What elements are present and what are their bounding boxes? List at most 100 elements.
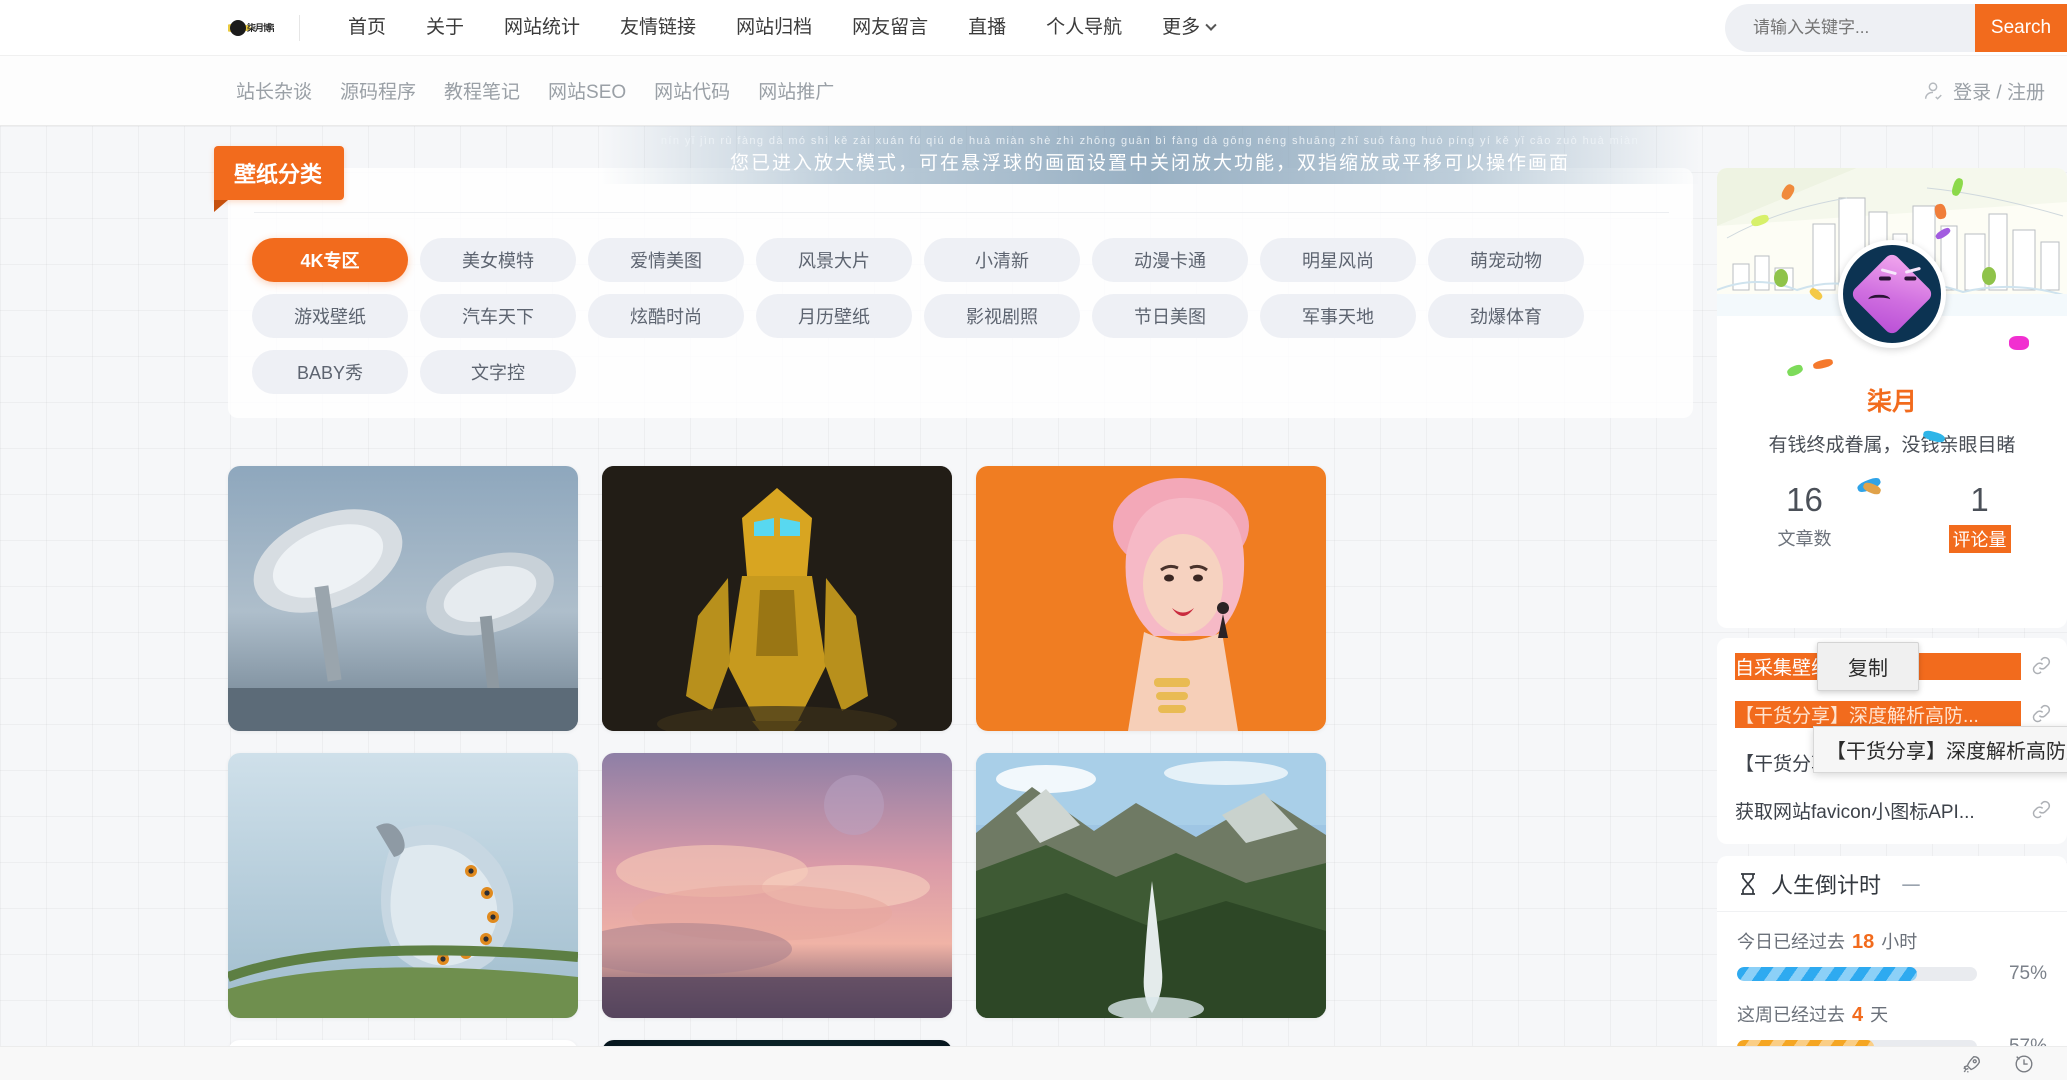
category-chip-4k[interactable]: 4K专区 bbox=[252, 238, 408, 282]
profile-stat-comments-label: 评论量 bbox=[1948, 525, 2011, 553]
page-content: nín yǐ jìn rù fàng dà mó shì kě zài xuán… bbox=[0, 126, 2067, 1046]
browser-viewport: 柒月博客 首页 关于 网站统计 友情链接 网站归档 网友留言 直播 个人导航 更… bbox=[0, 0, 2067, 1080]
profile-username: 柒月 bbox=[1866, 388, 1917, 416]
pink-cloudy-sky-planet-image bbox=[602, 753, 952, 1018]
life-countdown-title: 人生倒计时 bbox=[1771, 872, 1882, 898]
link-chain-icon[interactable] bbox=[2031, 704, 2051, 724]
countdown-item-week: 这周已经过去 4 天 57% bbox=[1737, 1001, 2047, 1046]
nav-item-friend-links[interactable]: 友情链接 bbox=[600, 0, 716, 56]
life-countdown-card: 人生倒计时 － 今日已经过去 18 小时 75% 这周已经过去 4 天 bbox=[1717, 856, 2067, 1046]
search-input[interactable] bbox=[1753, 18, 1975, 38]
secondary-navigation: 站长杂谈 源码程序 教程笔记 网站SEO 网站代码 网站推广 登录 / 注册 bbox=[0, 56, 2067, 126]
category-chip-beauty-model[interactable]: 美女模特 bbox=[420, 238, 576, 282]
subnav-item-source-code[interactable]: 源码程序 bbox=[326, 77, 430, 104]
collapse-toggle[interactable]: － bbox=[1899, 866, 1923, 901]
avatar-face-icon bbox=[1849, 251, 1935, 337]
category-chip-holiday[interactable]: 节日美图 bbox=[1092, 294, 1248, 338]
search-button[interactable]: Search bbox=[1975, 4, 2067, 52]
gallery-card-radio-telescope[interactable] bbox=[228, 466, 578, 731]
category-chip-sports[interactable]: 劲爆体育 bbox=[1428, 294, 1584, 338]
wallpaper-gallery-grid: 20 22 bbox=[228, 466, 1693, 1046]
countdown-today-prefix: 今日已经过去 bbox=[1737, 932, 1845, 952]
countdown-today-fill bbox=[1737, 967, 1917, 981]
site-header: 柒月博客 首页 关于 网站统计 友情链接 网站归档 网友留言 直播 个人导航 更… bbox=[0, 0, 2067, 56]
nav-item-archive[interactable]: 网站归档 bbox=[716, 0, 832, 56]
rocket-scroll-top-icon[interactable] bbox=[1961, 1053, 1983, 1075]
clock-compass-icon[interactable] bbox=[2013, 1053, 2035, 1075]
nav-item-personal-nav[interactable]: 个人导航 bbox=[1026, 0, 1142, 56]
recent-links-card: 自采集壁纸站源码 【干货分享】深度解析高防... 【干货分享】深度解析高防服..… bbox=[1717, 638, 2067, 844]
countdown-item-today: 今日已经过去 18 小时 75% bbox=[1737, 928, 2047, 985]
subnav-item-tutorial-notes[interactable]: 教程笔记 bbox=[430, 77, 534, 104]
nav-item-home[interactable]: 首页 bbox=[328, 0, 406, 56]
login-register-link[interactable]: 登录 / 注册 bbox=[1922, 77, 2045, 104]
site-logo[interactable]: 柒月博客 bbox=[225, 13, 277, 43]
nav-item-guestbook[interactable]: 网友留言 bbox=[832, 0, 948, 56]
logo-divider bbox=[299, 14, 300, 41]
life-countdown-body: 今日已经过去 18 小时 75% 这周已经过去 4 天 bbox=[1717, 912, 2067, 1046]
subnav-item-webmaster-talk[interactable]: 站长杂谈 bbox=[222, 77, 326, 104]
link-item-favicon-api[interactable]: 获取网站favicon小图标API... bbox=[1717, 786, 2067, 834]
user-icon bbox=[1925, 82, 1942, 100]
gallery-card-pink-clouds[interactable] bbox=[602, 753, 952, 1018]
category-chip-military[interactable]: 军事天地 bbox=[1260, 294, 1416, 338]
category-panel-divider bbox=[254, 212, 1669, 213]
category-chip-celebrity[interactable]: 明星风尚 bbox=[1260, 238, 1416, 282]
gallery-card-pink-hair-portrait[interactable] bbox=[976, 466, 1326, 731]
gallery-card-blue-butterfly[interactable] bbox=[228, 753, 578, 1018]
nav-item-site-stats[interactable]: 网站统计 bbox=[484, 0, 600, 56]
countdown-today-track bbox=[1737, 967, 1977, 981]
link-chain-icon[interactable] bbox=[2031, 656, 2051, 676]
logo-badge-icon: 柒月博客 bbox=[228, 16, 274, 39]
link-item-high-defense-1-text: 【干货分享】深度解析高防... bbox=[1735, 700, 2021, 728]
profile-stat-comments: 1 评论量 bbox=[1892, 481, 2067, 553]
search-box[interactable] bbox=[1725, 4, 1975, 52]
logo-text: 柒月博客 bbox=[247, 22, 274, 33]
nav-item-more-label: 更多 bbox=[1162, 16, 1201, 38]
profile-tagline: 有钱终成眷属，没钱亲眼目睹 bbox=[1768, 435, 2016, 456]
category-chip-baby-show[interactable]: BABY秀 bbox=[252, 350, 408, 394]
nav-item-live[interactable]: 直播 bbox=[948, 0, 1026, 56]
category-chip-text-art[interactable]: 文字控 bbox=[420, 350, 576, 394]
copy-context-menu-item[interactable]: 复制 bbox=[1817, 642, 1919, 691]
right-sidebar: 柒月 有钱终成眷属，没钱亲眼目睹 16 文章数 1 评论量 自采集壁纸站源码 【… bbox=[1717, 168, 2067, 1046]
subnav-item-site-seo[interactable]: 网站SEO bbox=[534, 77, 640, 104]
subnav-item-site-code[interactable]: 网站代码 bbox=[640, 77, 744, 104]
countdown-today-suffix: 小时 bbox=[1881, 932, 1918, 952]
category-chip-cute-pets[interactable]: 萌宠动物 bbox=[1428, 238, 1584, 282]
mountain-waterfall-valley-image bbox=[976, 753, 1326, 1018]
category-chip-cool-fashion[interactable]: 炫酷时尚 bbox=[588, 294, 744, 338]
profile-stat-comments-value: 1 bbox=[1970, 481, 1989, 518]
category-chip-cars[interactable]: 汽车天下 bbox=[420, 294, 576, 338]
main-navigation: 首页 关于 网站统计 友情链接 网站归档 网友留言 直播 个人导航 更多 bbox=[328, 0, 1235, 56]
wallpaper-category-panel: 壁纸分类 4K专区 美女模特 爱情美图 风景大片 小清新 动漫卡通 明星风尚 萌… bbox=[214, 146, 1693, 418]
subnav-links: 站长杂谈 源码程序 教程笔记 网站SEO 网站代码 网站推广 bbox=[222, 77, 848, 104]
profile-stat-articles: 16 文章数 bbox=[1717, 481, 1892, 553]
category-chip-landscape[interactable]: 风景大片 bbox=[756, 238, 912, 282]
link-tooltip: 【干货分享】深度解析高防服... bbox=[1813, 726, 2067, 773]
category-chip-game-wallpaper[interactable]: 游戏壁纸 bbox=[252, 294, 408, 338]
category-chip-calendar[interactable]: 月历壁纸 bbox=[756, 294, 912, 338]
link-chain-icon[interactable] bbox=[2031, 800, 2051, 820]
nav-item-more[interactable]: 更多 bbox=[1142, 0, 1235, 56]
category-chip-grid: 4K专区 美女模特 爱情美图 风景大片 小清新 动漫卡通 明星风尚 萌宠动物 游… bbox=[252, 238, 1672, 394]
category-chip-movie-stills[interactable]: 影视剧照 bbox=[924, 294, 1080, 338]
nav-item-about[interactable]: 关于 bbox=[406, 0, 484, 56]
profile-stats: 16 文章数 1 评论量 bbox=[1717, 481, 2067, 553]
link-item-favicon-api-text: 获取网站favicon小图标API... bbox=[1735, 801, 1975, 823]
login-register-label: 登录 / 注册 bbox=[1953, 82, 2045, 103]
avatar[interactable] bbox=[1838, 240, 1946, 348]
yellow-robot-transformer-image bbox=[602, 466, 952, 731]
category-panel-title: 壁纸分类 bbox=[214, 146, 345, 212]
gallery-card-yellow-robot[interactable] bbox=[602, 466, 952, 731]
category-chip-anime[interactable]: 动漫卡通 bbox=[1092, 238, 1248, 282]
countdown-item-today-label: 今日已经过去 18 小时 bbox=[1737, 928, 2047, 954]
subnav-item-site-promotion[interactable]: 网站推广 bbox=[744, 77, 848, 104]
pink-hair-woman-portrait-image bbox=[976, 466, 1326, 731]
gallery-card-mountain-waterfall[interactable] bbox=[976, 753, 1326, 1018]
floating-tools-bar bbox=[0, 1046, 2067, 1080]
chevron-down-icon bbox=[1205, 19, 1217, 31]
category-chip-fresh[interactable]: 小清新 bbox=[924, 238, 1080, 282]
category-chip-love-pics[interactable]: 爱情美图 bbox=[588, 238, 744, 282]
profile-stat-articles-label: 文章数 bbox=[1777, 529, 1832, 549]
